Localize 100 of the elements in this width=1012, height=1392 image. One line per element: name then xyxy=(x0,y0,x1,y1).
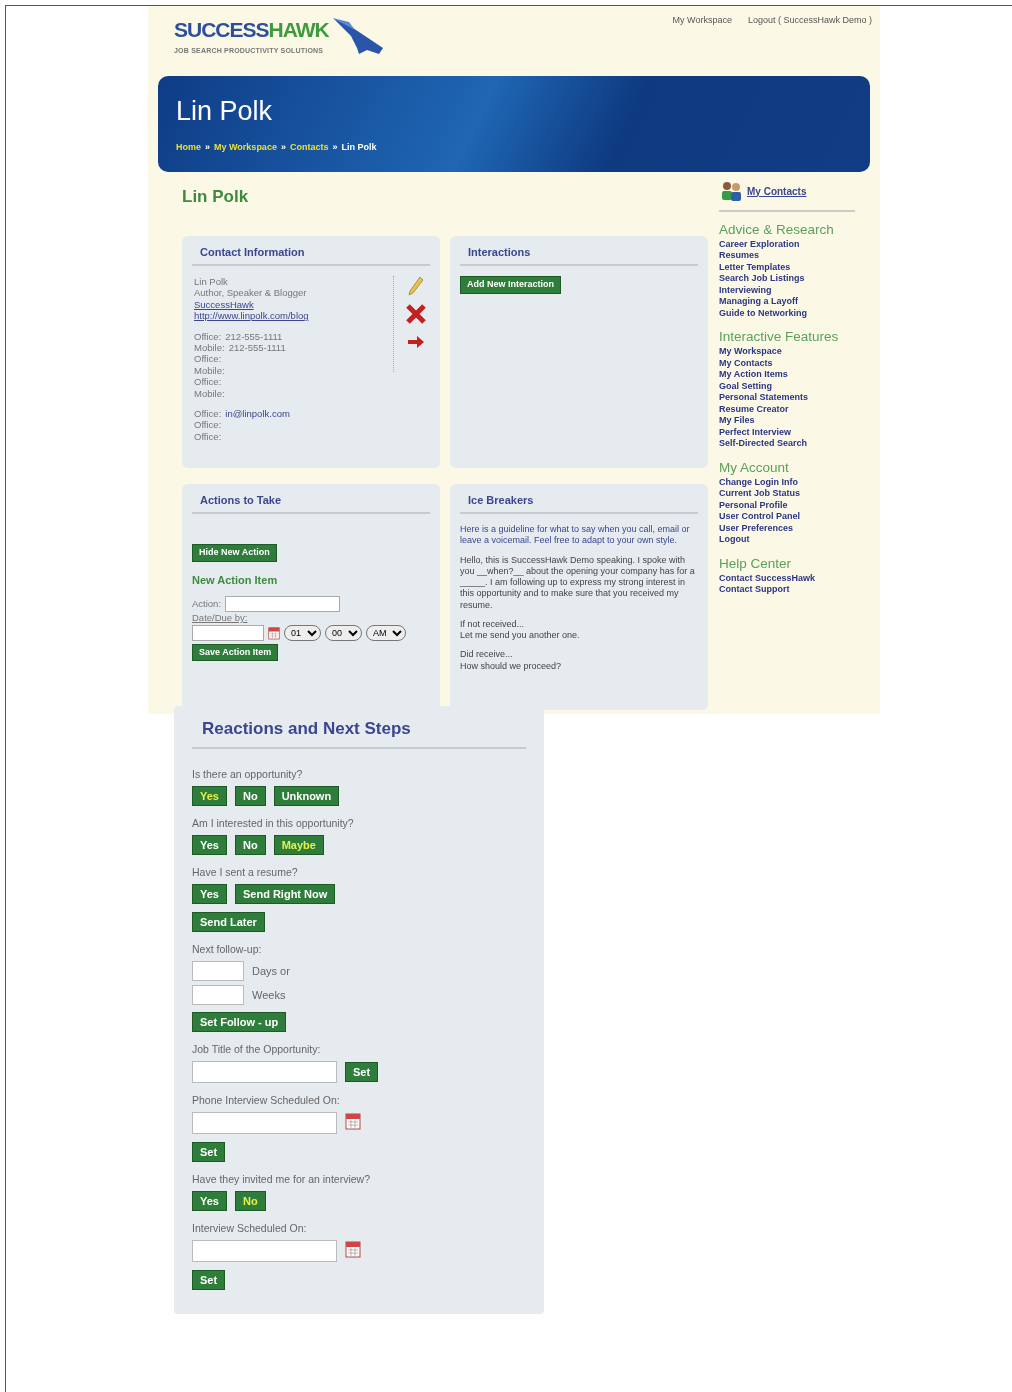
question-label: Interview Scheduled On: xyxy=(192,1221,308,1237)
breadcrumb-link[interactable]: Home xyxy=(176,141,201,155)
sidebar-heading: My Account xyxy=(719,460,790,477)
field-label: Action: xyxy=(192,598,222,610)
contact-value: 212-555-1111 xyxy=(225,330,283,342)
pencil-icon xyxy=(408,276,424,296)
sidebar-link[interactable]: Logout xyxy=(719,534,855,546)
set-follow-up-button[interactable]: Set Follow - up xyxy=(192,1012,287,1033)
date-field[interactable] xyxy=(192,1240,337,1263)
top-link[interactable]: My Workspace xyxy=(672,14,732,76)
sidebar-link[interactable]: Self-Directed Search xyxy=(719,438,855,450)
field-label: Date/Due by: xyxy=(192,612,249,624)
number-field[interactable] xyxy=(192,985,244,1006)
choice-button[interactable]: Yes xyxy=(192,1191,227,1212)
contact-label: Office: xyxy=(194,430,223,443)
contact-label: Mobile: xyxy=(194,364,226,377)
question-label: Am I interested in this opportunity? xyxy=(192,816,355,832)
set-button[interactable]: Set xyxy=(192,1270,226,1291)
sidebar-link[interactable]: Resumes xyxy=(719,250,855,262)
question-label: Have I sent a resume? xyxy=(192,865,299,881)
contact-name-heading: Lin Polk xyxy=(182,186,250,208)
current-page-label: Lin Polk xyxy=(341,141,377,154)
sidebar-link[interactable]: My Files xyxy=(719,415,855,427)
meridiem-select[interactable]: AM xyxy=(366,624,406,641)
sidebar-link[interactable]: Guide to Networking xyxy=(719,307,855,320)
sidebar-link[interactable]: User Preferences xyxy=(719,522,855,535)
contact-value: 212-555-1111 xyxy=(228,341,286,354)
choice-button[interactable]: No xyxy=(234,785,266,807)
sidebar-link[interactable]: Personal Profile xyxy=(719,499,855,512)
panel-title: Actions to Take xyxy=(192,491,430,514)
sidebar-link[interactable]: My Contacts xyxy=(719,357,855,370)
choice-button[interactable]: Maybe xyxy=(273,834,324,856)
script-text: Hello, this is SuccessHawk Demo speaking. I spoke with you __when?__ about the opening your company has for a _____. I am following up to express my strong interest in this opportunity and to make sure that you received my resume. xyxy=(460,554,696,611)
sidebar-link[interactable]: Resume Creator xyxy=(719,403,855,416)
choice-button[interactable]: Send Right Now xyxy=(234,883,336,905)
breadcrumb-link[interactable]: My Workspace xyxy=(214,141,277,155)
save-action-button[interactable]: Save Action Item xyxy=(192,643,279,662)
close-icon xyxy=(406,304,426,324)
top-link[interactable]: Logout ( SuccessHawk Demo ) xyxy=(747,14,872,76)
sidebar-link[interactable]: User Control Panel xyxy=(719,511,855,523)
contact-link[interactable]: in@linpolk.com xyxy=(225,407,290,420)
sidebar-link[interactable]: Letter Templates xyxy=(719,261,855,274)
contact-link[interactable]: SuccessHawk xyxy=(194,298,254,311)
sidebar-link[interactable]: Managing a Layoff xyxy=(719,296,855,308)
minute-select[interactable]: 00 xyxy=(325,624,362,641)
number-field[interactable] xyxy=(192,961,244,982)
calendar-icon xyxy=(345,1240,361,1259)
question-label: Next follow-up: xyxy=(192,942,263,958)
contact-label: Office: xyxy=(194,353,223,365)
set-button[interactable]: Set xyxy=(192,1142,226,1163)
sidebar-link[interactable]: Contact SuccessHawk xyxy=(719,572,855,585)
logo[interactable]: SUCCESSHAWK xyxy=(174,14,329,46)
contact-label: Mobile: xyxy=(194,341,225,354)
question-label: Job Title of the Opportunity: xyxy=(192,1042,322,1058)
date-field[interactable] xyxy=(192,1112,337,1134)
sidebar-link[interactable]: Perfect Interview xyxy=(719,426,855,439)
contact-label: Office: xyxy=(194,330,222,342)
question-label: Have they invited me for an interview? xyxy=(192,1172,371,1188)
sidebar-link[interactable]: Change Login Info xyxy=(719,476,855,489)
choice-button[interactable]: No xyxy=(234,834,266,856)
sidebar-link[interactable]: Career Exploration xyxy=(719,238,855,251)
contact-label: Office: xyxy=(194,376,223,388)
contact-text: Author, Speaker & Blogger xyxy=(194,287,307,299)
add-interaction-button[interactable]: Add New Interaction xyxy=(460,276,561,294)
contact-label: Mobile: xyxy=(194,387,226,399)
sidebar-link[interactable]: My Workspace xyxy=(719,346,855,358)
date-field[interactable] xyxy=(192,624,264,641)
sidebar-link[interactable]: Contact Support xyxy=(719,584,855,596)
breadcrumb-separator: » xyxy=(332,141,338,154)
page-title: Lin Polk xyxy=(176,98,274,125)
choice-button[interactable]: Send Later xyxy=(192,912,265,933)
set-button[interactable]: Set xyxy=(345,1062,379,1083)
contact-link[interactable]: http://www.linpolk.com/blog xyxy=(194,310,309,322)
breadcrumb-separator: » xyxy=(205,141,211,154)
my-contacts-link[interactable]: My Contacts xyxy=(747,183,807,199)
unit-label: Days or xyxy=(252,963,290,979)
choice-button[interactable]: No xyxy=(234,1191,266,1212)
sidebar-link[interactable]: Search Job Listings xyxy=(719,273,855,285)
sidebar-link[interactable]: Interviewing xyxy=(719,284,855,297)
choice-button[interactable]: Yes xyxy=(192,883,227,905)
contact-label: Office: xyxy=(194,419,223,431)
hour-select[interactable]: 01 xyxy=(284,624,321,641)
sidebar-heading: Interactive Features xyxy=(719,329,840,347)
breadcrumb-link[interactable]: Contacts xyxy=(289,141,329,155)
sidebar-link[interactable]: Goal Setting xyxy=(719,380,855,393)
question-label: Phone Interview Scheduled On: xyxy=(192,1093,341,1109)
choice-button[interactable]: Yes xyxy=(192,785,227,807)
sidebar-heading: Help Center xyxy=(719,555,793,573)
sidebar-link[interactable]: My Action Items xyxy=(719,369,855,381)
text-field[interactable] xyxy=(192,1061,337,1084)
hide-action-button[interactable]: Hide New Action xyxy=(192,544,277,562)
contact-text: Lin Polk xyxy=(194,276,228,288)
script-text: How should we proceed? xyxy=(460,660,563,672)
sidebar-link[interactable]: Current Job Status xyxy=(719,488,855,500)
sidebar-link[interactable]: Personal Statements xyxy=(719,392,855,404)
choice-button[interactable]: Unknown xyxy=(273,785,340,807)
script-text: If not received... xyxy=(460,618,526,630)
choice-button[interactable]: Yes xyxy=(192,834,227,856)
action-field[interactable] xyxy=(225,596,341,613)
script-text: Did receive... xyxy=(460,649,514,661)
